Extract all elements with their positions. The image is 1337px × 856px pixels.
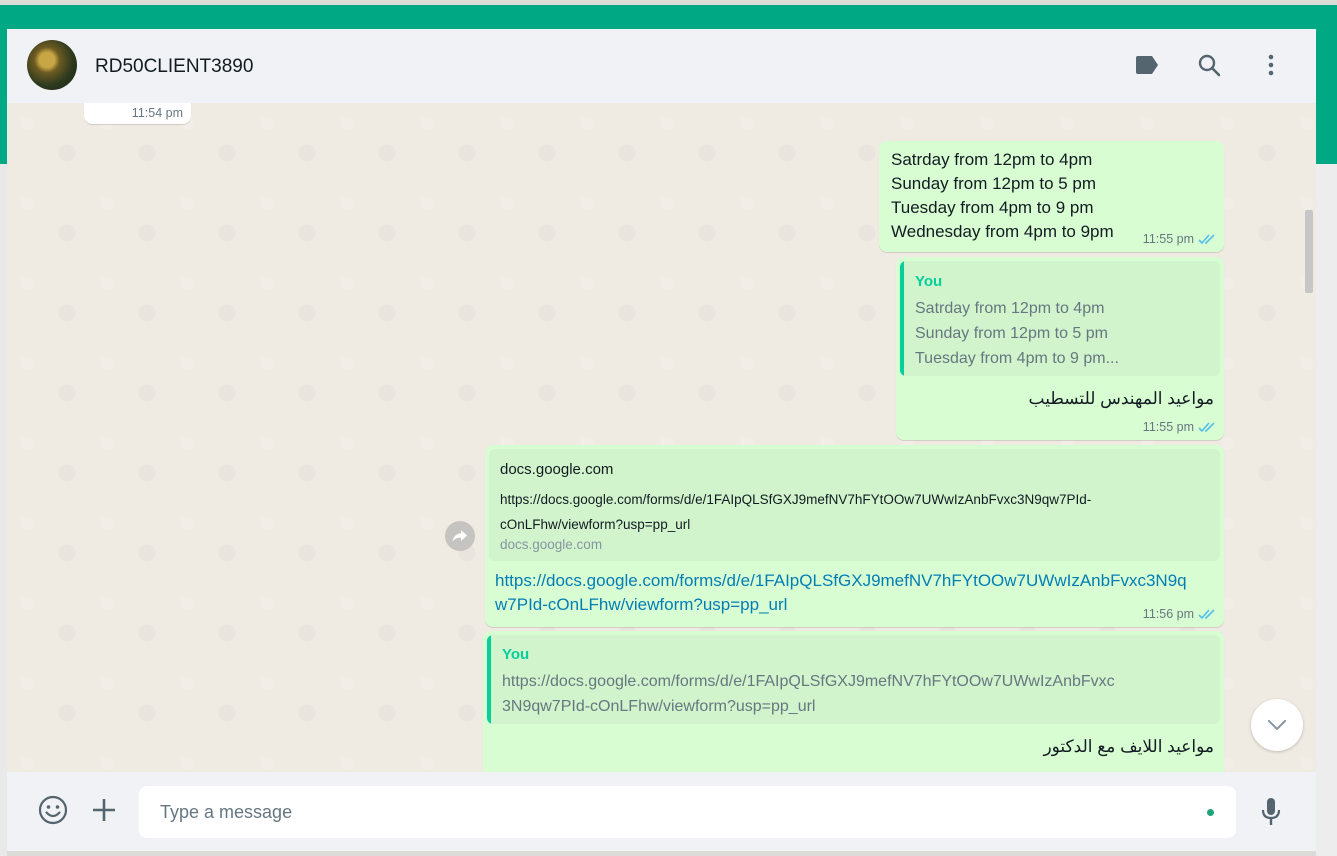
quote-line: Tuesday from 4pm to 9 pm... [915, 350, 1119, 367]
right-backdrop [1316, 164, 1337, 856]
preview-title: docs.google.com [500, 461, 614, 478]
message-text: Satrday from 12pm to 4pm Sunday from 12p… [891, 150, 1114, 241]
message-input[interactable] [139, 786, 1181, 838]
scroll-to-bottom-button[interactable] [1251, 699, 1303, 751]
message-input-box[interactable] [139, 786, 1236, 838]
outgoing-link-message[interactable]: docs.google.com https://docs.google.com/… [485, 445, 1224, 627]
contact-name[interactable]: RD50CLIENT3890 [95, 56, 253, 78]
message-meta: 11:56 pm [1143, 607, 1216, 621]
message-list[interactable]: 11:54 pm Satrday from 12pm to 4pm Sunday… [7, 103, 1316, 772]
scrollbar-thumb[interactable] [1305, 210, 1313, 293]
incoming-message[interactable]: 11:54 pm [84, 103, 191, 124]
outgoing-message[interactable]: Satrday from 12pm to 4pm Sunday from 12p… [879, 141, 1224, 252]
message-meta: 11:55 pm [1143, 420, 1216, 434]
message-text: مواعيد اللايف مع الدكتور [1043, 737, 1214, 756]
avatar[interactable] [27, 40, 77, 90]
preview-description: https://docs.google.com/forms/d/e/1FAIpQ… [500, 492, 1092, 532]
quoted-message[interactable]: You Satrday from 12pm to 4pm Sunday from… [900, 261, 1220, 376]
read-ticks-icon [1198, 421, 1215, 432]
left-backdrop [0, 164, 7, 856]
message-text: مواعيد المهندس للتسطيب [1028, 389, 1215, 408]
message-link[interactable]: https://docs.google.com/forms/d/e/1FAIpQ… [495, 569, 1187, 617]
emoji-icon[interactable] [37, 794, 69, 826]
quote-bar [900, 261, 904, 376]
quote-line: https://docs.google.com/forms/d/e/1FAIpQ… [502, 673, 1115, 690]
quote-bar [487, 635, 491, 724]
chat-window: RD50CLIENT3890 11:54 pm Satrday from 12p… [7, 29, 1316, 851]
quote-line: 3N9qw7PId-cOnLFhw/viewform?usp=pp_url [502, 698, 816, 715]
read-ticks-icon [1198, 233, 1215, 244]
link-preview[interactable]: docs.google.com https://docs.google.com/… [489, 449, 1220, 561]
quote-author: You [915, 273, 943, 290]
preview-domain: docs.google.com [500, 537, 603, 552]
scrollbar[interactable] [1302, 103, 1316, 772]
plus-icon[interactable] [91, 797, 117, 823]
search-icon[interactable] [1194, 50, 1224, 80]
message-composer [7, 772, 1316, 851]
quote-line: Sunday from 12pm to 5 pm [915, 325, 1108, 342]
status-dot [1207, 809, 1214, 816]
quoted-message[interactable]: You https://docs.google.com/forms/d/e/1F… [487, 635, 1220, 724]
outgoing-reply-message[interactable]: You Satrday from 12pm to 4pm Sunday from… [896, 257, 1224, 440]
quote-author: You [502, 646, 530, 663]
outgoing-reply-message[interactable]: You https://docs.google.com/forms/d/e/1F… [483, 631, 1224, 772]
read-ticks-icon [1198, 608, 1215, 619]
chat-header: RD50CLIENT3890 [7, 29, 1316, 103]
forward-icon[interactable] [445, 521, 475, 551]
quote-line: Satrday from 12pm to 4pm [915, 300, 1105, 317]
message-meta: 11:55 pm [1143, 232, 1216, 246]
chevron-down-icon [1268, 720, 1286, 730]
message-time: 11:54 pm [131, 106, 183, 120]
label-icon[interactable] [1132, 50, 1162, 80]
menu-icon[interactable] [1256, 50, 1286, 80]
mic-icon[interactable] [1259, 796, 1283, 828]
